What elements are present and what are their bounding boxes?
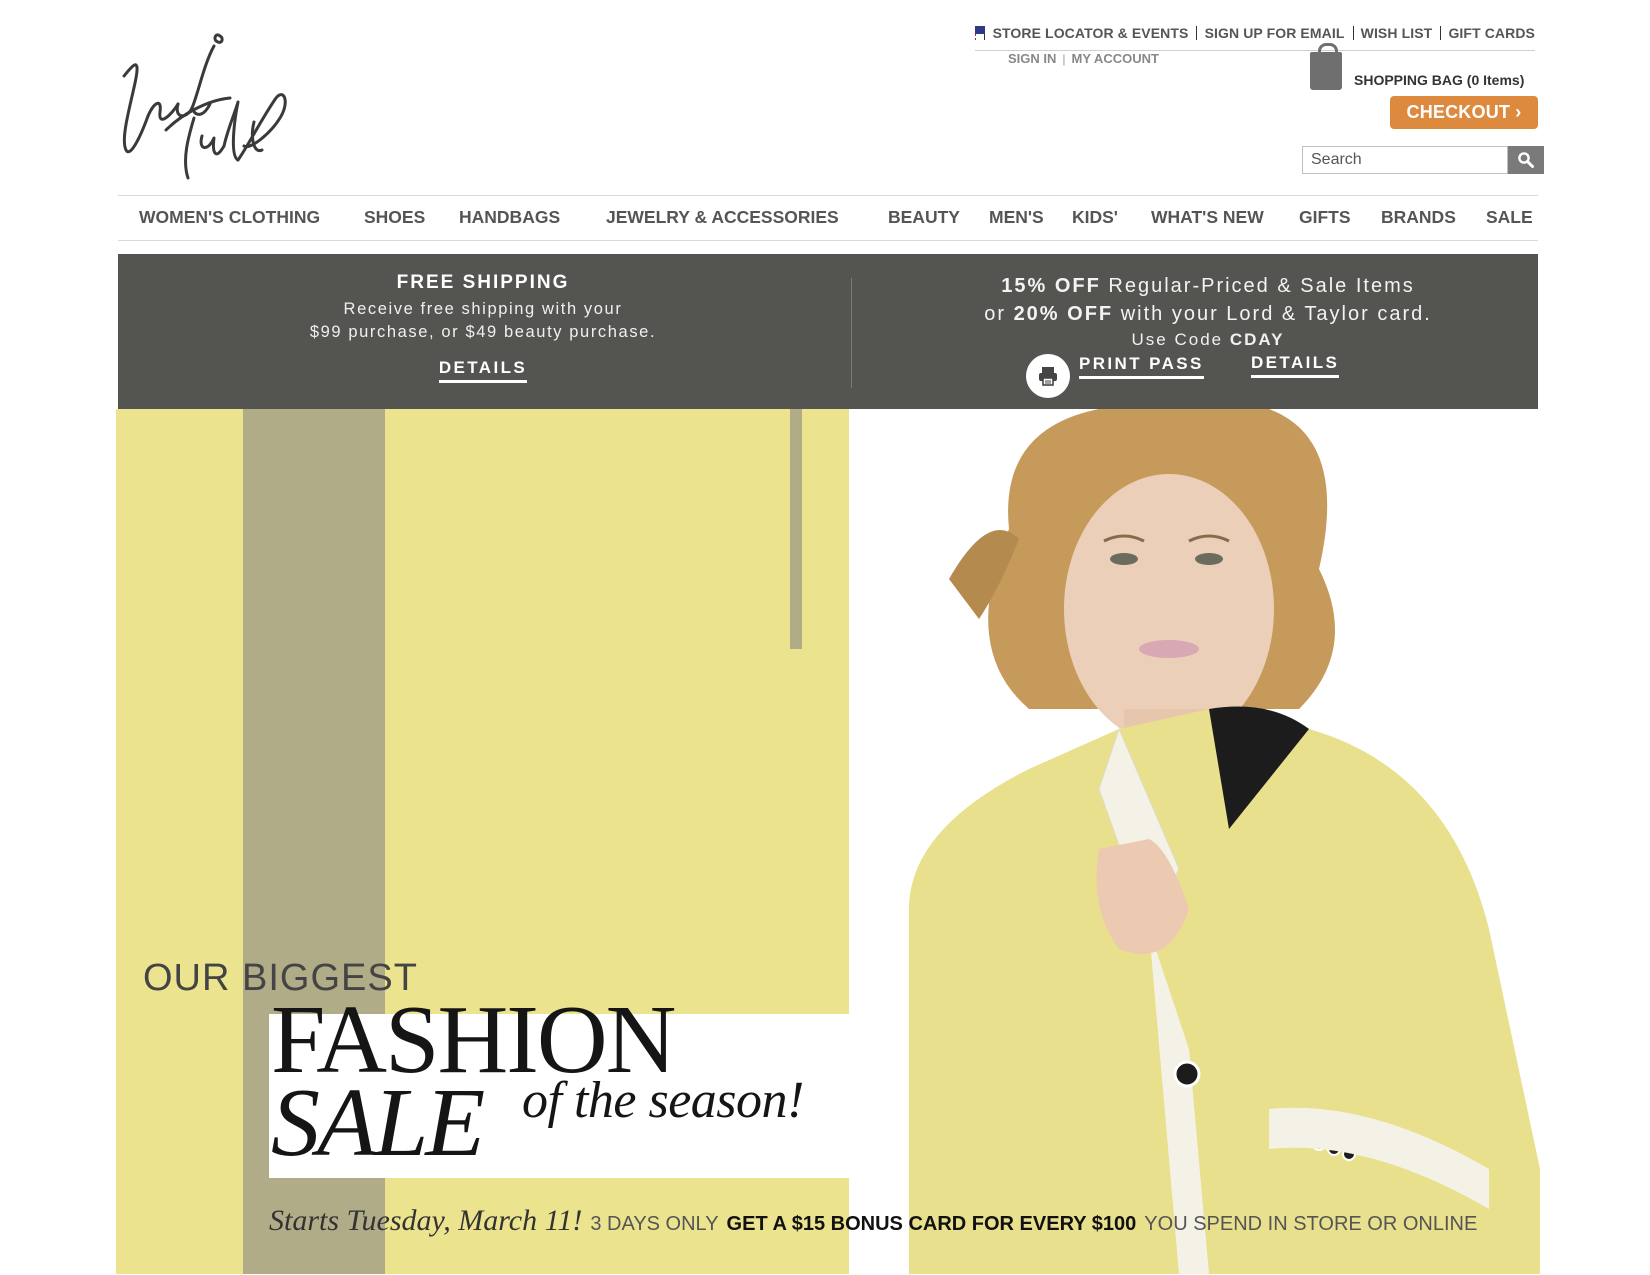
account-links: SIGN IN | MY ACCOUNT: [1008, 51, 1159, 66]
discount-line1: 15% OFF Regular-Priced & Sale Items: [908, 272, 1508, 300]
search-button[interactable]: [1508, 146, 1544, 174]
discount-line1-rest: Regular-Priced & Sale Items: [1108, 275, 1415, 297]
nav-jewelry-accessories[interactable]: JEWELRY & ACCESSORIES: [606, 207, 839, 228]
shipping-details-link[interactable]: DETAILS: [438, 358, 528, 383]
nav-whats-new[interactable]: WHAT'S NEW: [1151, 207, 1264, 228]
model-photo: [849, 409, 1540, 1274]
magnifier-icon: [1518, 152, 1534, 168]
bonus-card-offer: GET A $15 BONUS CARD FOR EVERY $100: [726, 1213, 1137, 1235]
us-flag-icon[interactable]: [975, 25, 990, 41]
main-nav: WOMEN'S CLOTHING SHOES HANDBAGS JEWELRY …: [118, 195, 1538, 241]
nav-mens[interactable]: MEN'S: [989, 207, 1044, 228]
spend-text: YOU SPEND IN STORE OR ONLINE: [1144, 1213, 1478, 1235]
nav-handbags[interactable]: HANDBAGS: [459, 207, 560, 228]
search-bar: [1302, 146, 1544, 174]
discount-or: or: [984, 303, 1006, 325]
email-signup-link[interactable]: SIGN UP FOR EMAIL: [1205, 25, 1345, 41]
nav-sale[interactable]: SALE: [1486, 207, 1533, 228]
use-code-label: Use Code: [1131, 330, 1224, 349]
free-shipping-heading: FREE SHIPPING: [396, 272, 570, 293]
utility-nav: STORE LOCATOR & EVENTS SIGN UP FOR EMAIL…: [975, 20, 1535, 51]
shopping-bag[interactable]: SHOPPING BAG (0 Items): [1310, 43, 1524, 90]
nav-gifts[interactable]: GIFTS: [1299, 207, 1351, 228]
shopping-bag-label[interactable]: SHOPPING BAG (0 Items): [1354, 72, 1524, 88]
divider: |: [1062, 51, 1066, 66]
nav-shoes[interactable]: SHOES: [364, 207, 425, 228]
hero-banner[interactable]: OUR BIGGEST FASHION SALE of the season! …: [116, 409, 1540, 1275]
promo-divider: [851, 278, 852, 388]
sign-in-link[interactable]: SIGN IN: [1008, 51, 1056, 66]
sale-headline: SALE: [271, 1069, 485, 1177]
nav-womens-clothing[interactable]: WOMEN'S CLOTHING: [139, 207, 320, 228]
checkout-button[interactable]: CHECKOUT ›: [1390, 96, 1538, 129]
print-pass-link[interactable]: PRINT PASS: [1079, 354, 1204, 379]
gift-cards-link[interactable]: GIFT CARDS: [1448, 25, 1535, 41]
discount-line2-rest: with your Lord & Taylor card.: [1120, 303, 1432, 325]
discount-15-off: 15% OFF: [1001, 275, 1101, 297]
free-shipping-line2: $99 purchase, or $49 beauty purchase.: [309, 323, 657, 341]
sale-details-line: Starts Tuesday, March 11! 3 DAYS ONLY GE…: [269, 1204, 1477, 1238]
nav-brands[interactable]: BRANDS: [1381, 207, 1456, 228]
model-illustration: [909, 409, 1540, 1274]
promo-code: CDAY: [1229, 330, 1285, 349]
store-locator-link[interactable]: STORE LOCATOR & EVENTS: [993, 25, 1189, 41]
nav-beauty[interactable]: BEAUTY: [888, 207, 960, 228]
discount-details-link[interactable]: DETAILS: [1251, 353, 1340, 378]
lord-taylor-logo[interactable]: [112, 18, 292, 188]
free-shipping-line1: Receive free shipping with your: [343, 300, 623, 318]
discount-promo: 15% OFF Regular-Priced & Sale Items or 2…: [908, 272, 1508, 351]
promo-banner: FREE SHIPPING Receive free shipping with…: [118, 254, 1538, 409]
discount-20-off: 20% OFF: [1013, 303, 1114, 325]
my-account-link[interactable]: MY ACCOUNT: [1072, 51, 1159, 66]
discount-line2: or 20% OFF with your Lord & Taylor card.: [908, 300, 1508, 328]
days-only-text: 3 DAYS ONLY: [590, 1213, 719, 1235]
nav-kids[interactable]: KIDS': [1072, 207, 1118, 228]
discount-code-line: Use Code CDAY: [908, 328, 1508, 351]
of-the-season-text: of the season!: [522, 1072, 804, 1129]
search-input[interactable]: [1302, 146, 1508, 174]
printer-icon[interactable]: [1026, 354, 1070, 398]
free-shipping-promo: FREE SHIPPING Receive free shipping with…: [238, 272, 728, 383]
sale-start-date: Starts Tuesday, March 11!: [269, 1204, 583, 1237]
shopping-bag-icon[interactable]: [1310, 43, 1342, 90]
wish-list-link[interactable]: WISH LIST: [1361, 25, 1433, 41]
